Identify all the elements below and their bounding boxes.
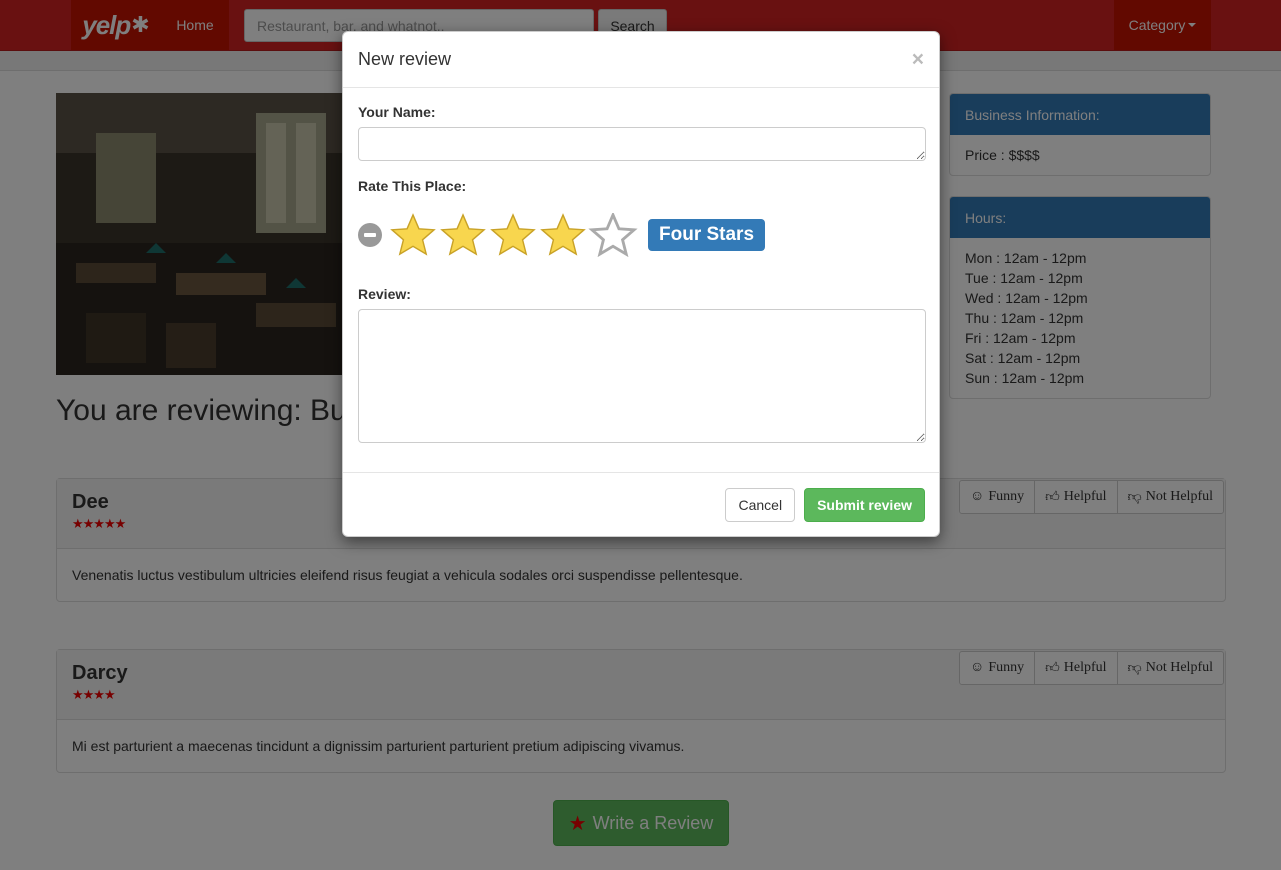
cancel-button[interactable]: Cancel: [725, 488, 796, 522]
modal-body: Your Name: Rate This Place: Four Stars R…: [343, 88, 939, 443]
modal-footer: Cancel Submit review: [343, 472, 939, 537]
star-rating-widget: Four Stars: [358, 213, 924, 257]
rate-label: Rate This Place:: [358, 178, 467, 194]
review-label: Review:: [358, 286, 411, 302]
close-icon[interactable]: ×: [912, 49, 924, 70]
submit-review-button[interactable]: Submit review: [804, 488, 925, 522]
name-label: Your Name:: [358, 104, 436, 120]
star-empty-icon[interactable]: [588, 213, 638, 257]
review-textarea[interactable]: [358, 309, 926, 443]
modal-title: New review: [358, 49, 452, 69]
star-filled-icon[interactable]: [438, 213, 488, 257]
new-review-modal: New review × Your Name: Rate This Place:…: [342, 31, 940, 537]
star-filled-icon[interactable]: [388, 213, 438, 257]
star-filled-icon[interactable]: [538, 213, 588, 257]
modal-header: New review ×: [343, 32, 939, 88]
star-filled-icon[interactable]: [488, 213, 538, 257]
star-list: [388, 213, 638, 257]
name-field[interactable]: [358, 127, 926, 161]
rating-caption-badge: Four Stars: [648, 219, 766, 251]
clear-rating-icon[interactable]: [358, 223, 382, 247]
